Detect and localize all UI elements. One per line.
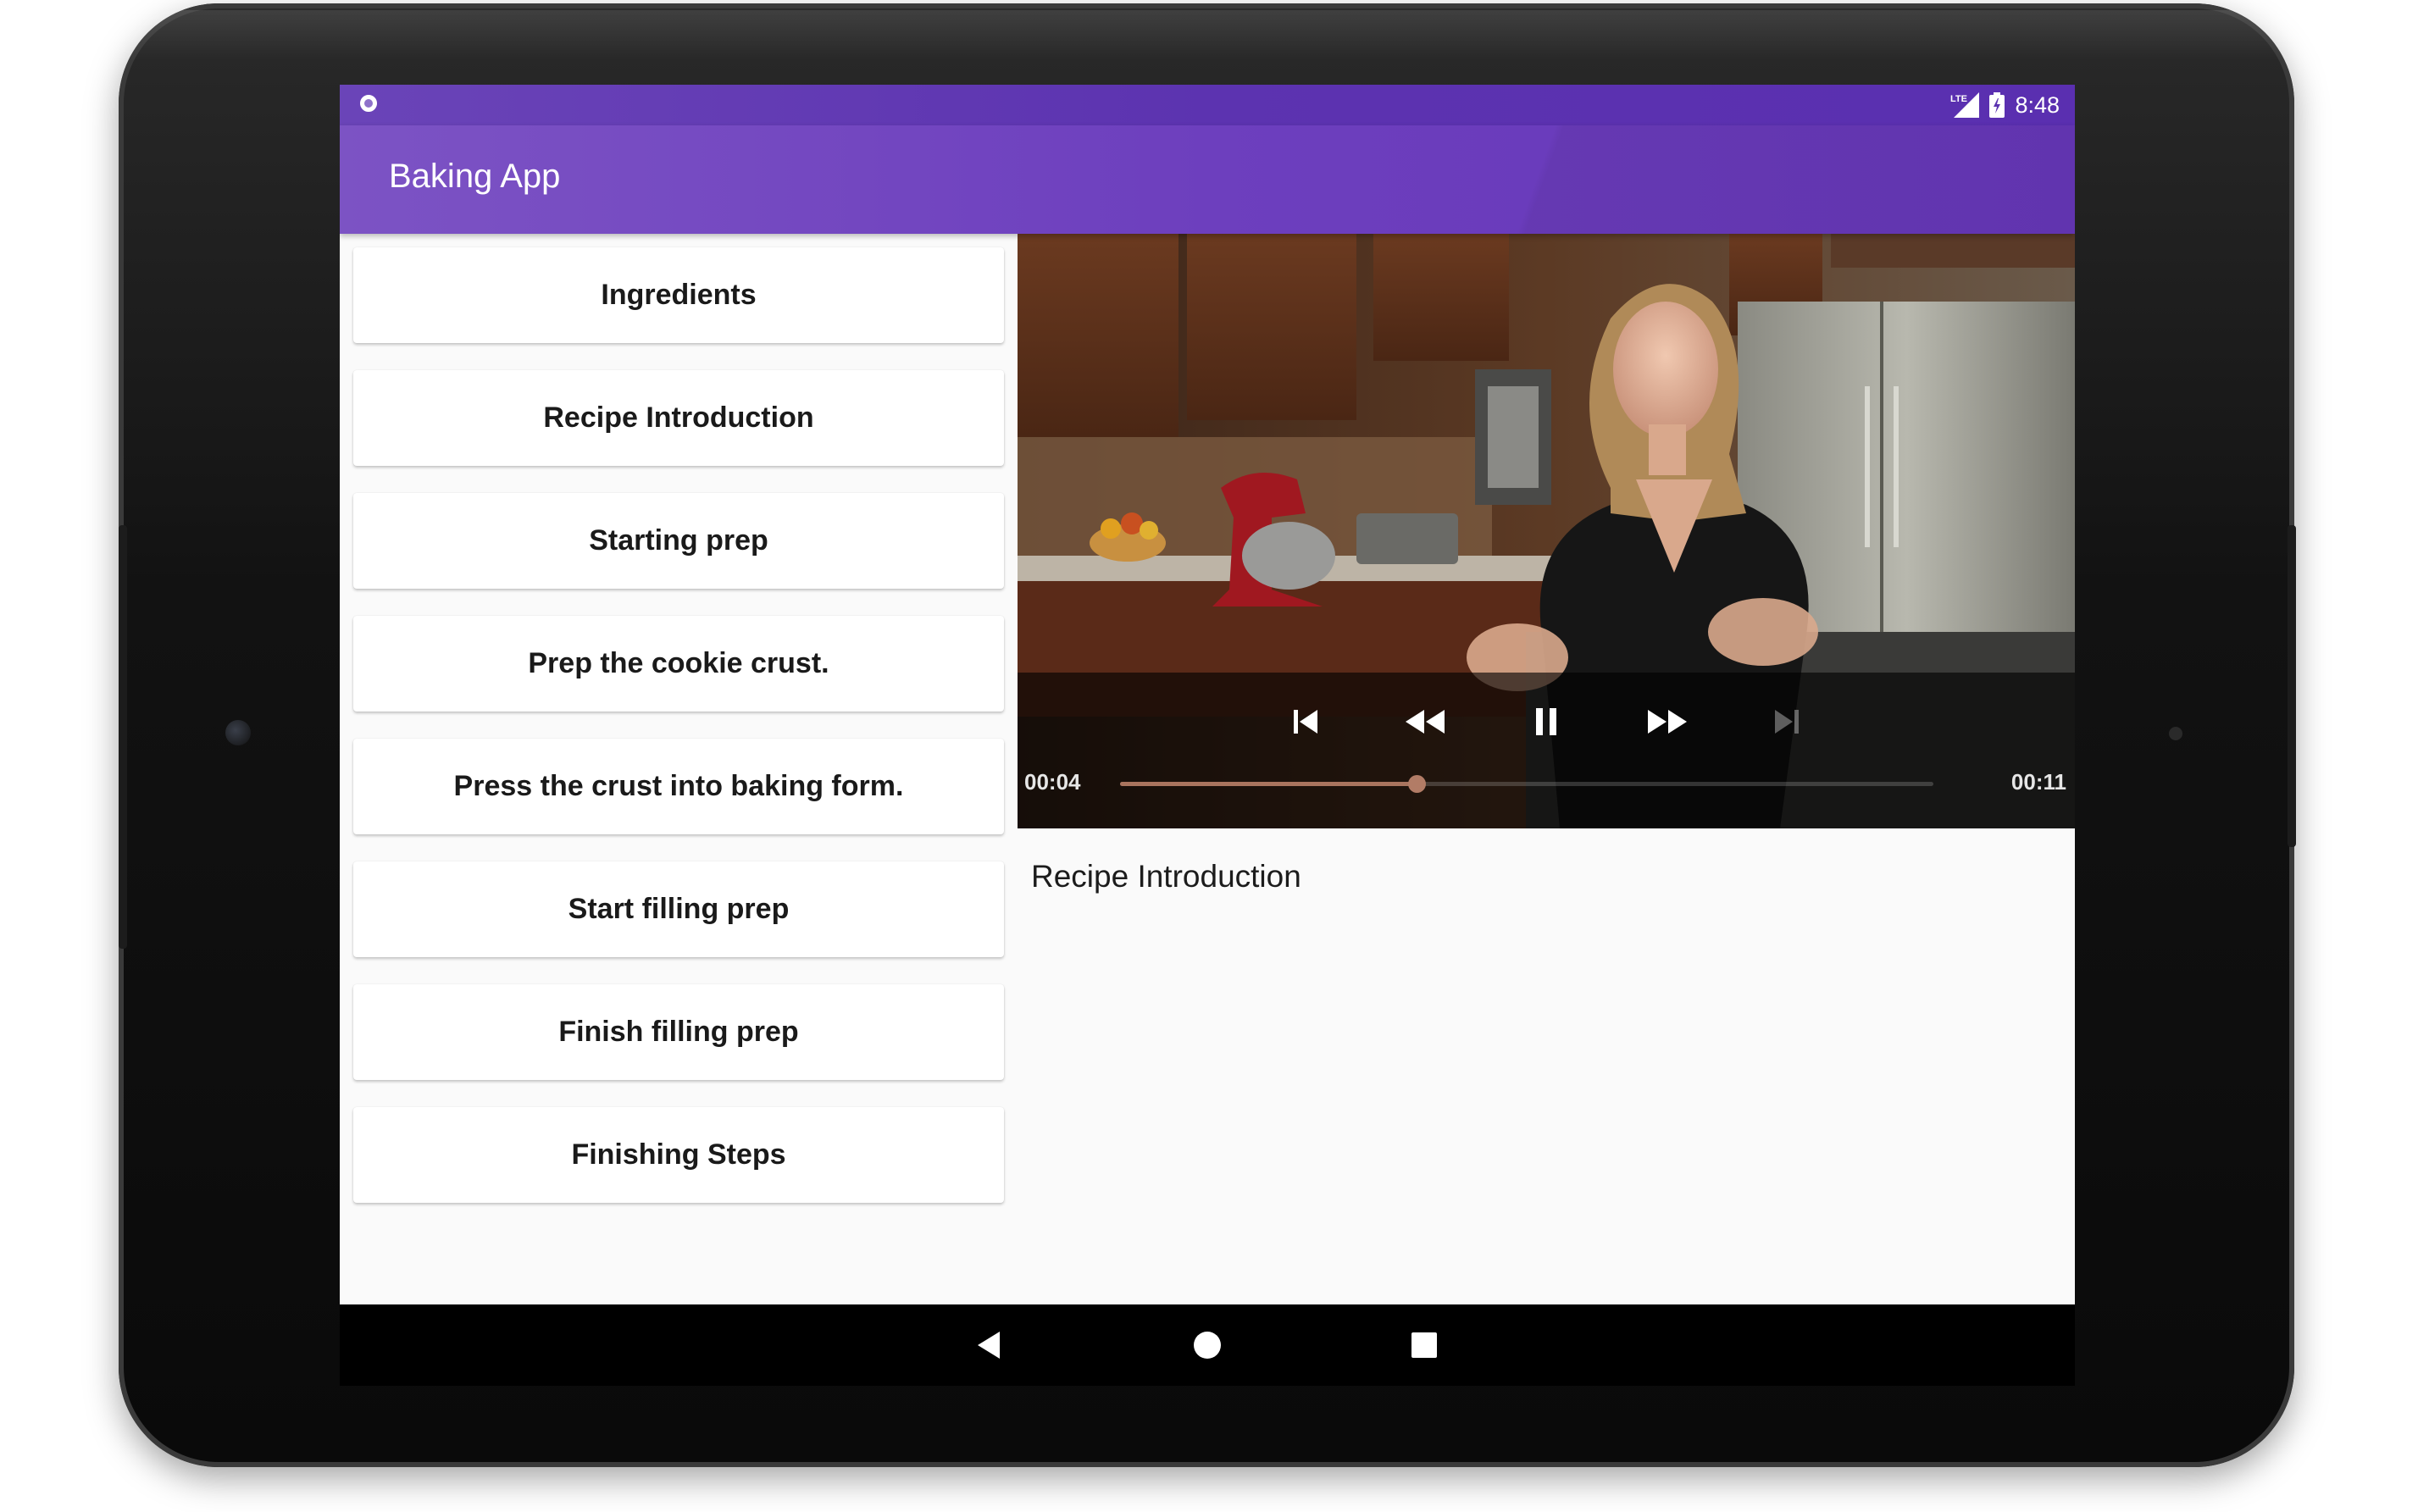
power-button <box>2288 525 2296 847</box>
app-title: Baking App <box>389 158 561 195</box>
skip-next-button[interactable] <box>1760 695 1814 749</box>
home-button[interactable] <box>1185 1323 1229 1367</box>
step-label: Finish filling prep <box>558 1016 799 1048</box>
step-label: Prep the cookie crust. <box>528 647 829 679</box>
step-card-finishing-steps[interactable]: Finishing Steps <box>353 1107 1004 1203</box>
video-player[interactable]: 00:04 00:11 <box>1018 234 2075 828</box>
status-time: 8:48 <box>2015 91 2060 118</box>
step-card-start-filling-prep[interactable]: Start filling prep <box>353 861 1004 957</box>
navigation-bar <box>340 1304 2075 1386</box>
svg-text:LTE: LTE <box>1950 94 1967 104</box>
recents-icon <box>1411 1332 1437 1358</box>
step-description: Recipe Introduction <box>1031 859 1301 894</box>
status-icons: LTE 8:48 <box>1950 90 2060 120</box>
status-bar: LTE 8:48 <box>340 85 2075 125</box>
step-card-recipe-introduction[interactable]: Recipe Introduction <box>353 370 1004 466</box>
skip-previous-icon <box>1294 710 1317 734</box>
player-controls <box>1018 673 2075 828</box>
pause-icon <box>1536 708 1556 735</box>
rewind-icon <box>1406 710 1445 734</box>
back-button[interactable] <box>967 1323 1011 1367</box>
step-label: Recipe Introduction <box>543 402 814 434</box>
lte-signal-icon: LTE <box>1950 92 1980 118</box>
seek-bar[interactable] <box>1120 775 1933 793</box>
recents-button[interactable] <box>1402 1323 1446 1367</box>
seek-bar-thumb[interactable] <box>1408 775 1426 793</box>
fast-forward-button[interactable] <box>1639 695 1694 749</box>
step-card-starting-prep[interactable]: Starting prep <box>353 493 1004 589</box>
rewind-button[interactable] <box>1399 695 1453 749</box>
fast-forward-icon <box>1648 710 1687 734</box>
step-label: Ingredients <box>601 279 757 311</box>
pause-button[interactable] <box>1519 695 1573 749</box>
volume-button <box>119 525 127 949</box>
home-icon <box>1194 1332 1221 1359</box>
step-card-prep-cookie-crust[interactable]: Prep the cookie crust. <box>353 616 1004 712</box>
step-label: Starting prep <box>589 524 768 557</box>
step-label: Start filling prep <box>568 893 790 925</box>
sensor <box>2169 727 2182 740</box>
step-card-ingredients[interactable]: Ingredients <box>353 247 1004 343</box>
seek-bar-played <box>1120 782 1417 786</box>
back-icon <box>978 1332 1000 1359</box>
step-label: Finishing Steps <box>571 1138 786 1171</box>
current-time: 00:04 <box>1024 769 1081 795</box>
step-card-finish-filling-prep[interactable]: Finish filling prep <box>353 984 1004 1080</box>
battery-charging-icon <box>1989 92 2005 118</box>
bezel-highlight <box>127 10 2286 61</box>
skip-next-icon <box>1775 710 1799 734</box>
duration: 00:11 <box>2010 769 2066 795</box>
step-card-press-crust[interactable]: Press the crust into baking form. <box>353 739 1004 834</box>
step-label: Press the crust into baking form. <box>453 770 904 802</box>
app-bar: Baking App <box>340 125 2075 234</box>
app-screen: LTE 8:48 Baking App Ingredients Recipe I… <box>340 85 2075 1304</box>
skip-previous-button[interactable] <box>1278 695 1333 749</box>
notification-circle-icon <box>360 95 377 112</box>
front-camera <box>225 720 251 745</box>
